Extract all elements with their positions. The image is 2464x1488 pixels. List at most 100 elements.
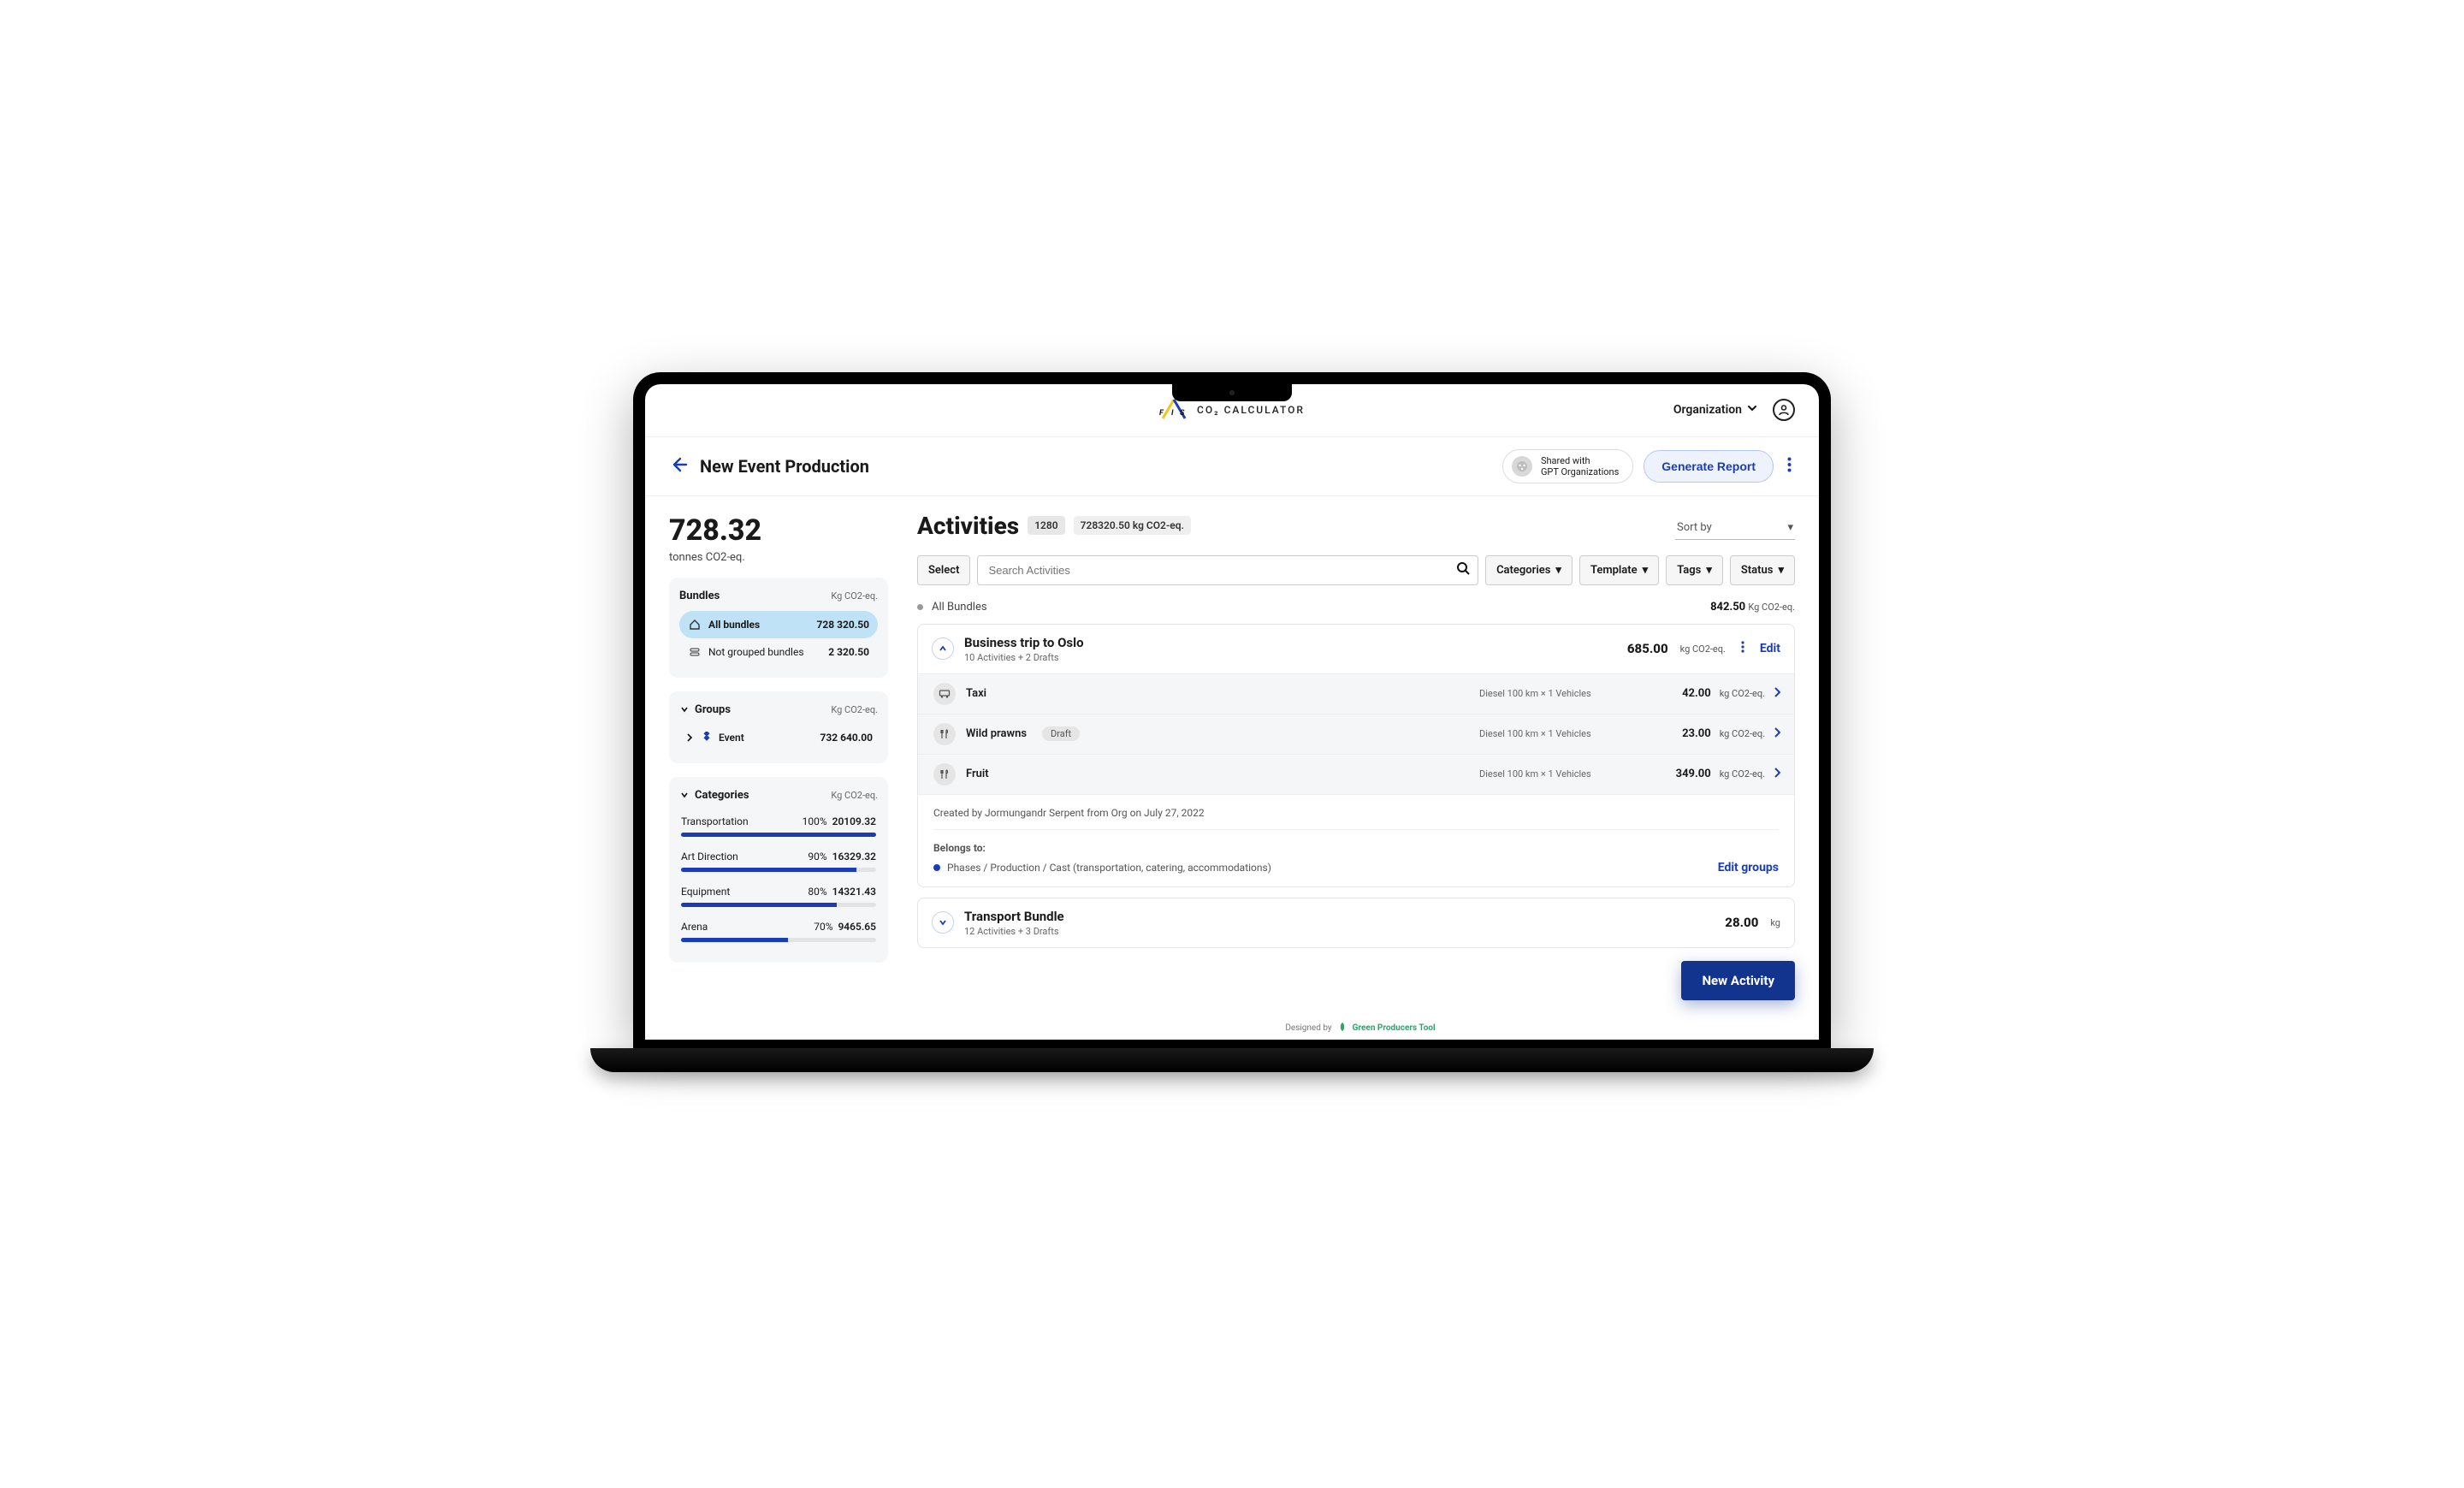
bundle-unit: kg CO2-eq. xyxy=(1680,643,1726,655)
expand-toggle[interactable] xyxy=(932,911,954,934)
shared-with-pill[interactable]: Shared with GPT Organizations xyxy=(1502,449,1633,483)
categories-filter[interactable]: Categories▾ xyxy=(1485,555,1573,585)
sidebar-item-value: 728 320.50 xyxy=(816,619,869,631)
bundles-panel: Bundles Kg CO2-eq. All bundles xyxy=(669,578,888,678)
chevron-right-icon[interactable] xyxy=(1774,768,1780,781)
progress-bar xyxy=(681,868,876,872)
bundles-unit: Kg CO2-eq. xyxy=(831,590,878,602)
category-label: Equipment xyxy=(681,886,730,898)
bundle-subtitle: 12 Activities + 3 Drafts xyxy=(964,926,1064,937)
category-row[interactable]: Art Direction90% 16329.32 xyxy=(679,845,878,880)
category-row[interactable]: Arena70% 9465.65 xyxy=(679,916,878,951)
chevron-down-icon xyxy=(1747,403,1757,417)
share-icon xyxy=(1512,456,1532,477)
categories-unit: Kg CO2-eq. xyxy=(831,790,878,801)
activity-row[interactable]: FruitDiesel 100 km × 1 Vehicles349.00kg … xyxy=(918,754,1794,794)
bullet-icon xyxy=(917,604,923,610)
category-row[interactable]: Transportation100% 20109.32 xyxy=(679,810,878,845)
sort-by-label: Sort by xyxy=(1677,521,1712,534)
back-arrow-icon[interactable] xyxy=(669,455,688,477)
shared-line2: GPT Organizations xyxy=(1541,466,1619,477)
new-activity-button[interactable]: New Activity xyxy=(1681,961,1795,1000)
sidebar-item-not-grouped[interactable]: Not grouped bundles 2 320.50 xyxy=(679,638,878,666)
footer-brand: Green Producers Tool xyxy=(1353,1023,1436,1033)
progress-bar xyxy=(681,833,876,837)
category-value: 16329.32 xyxy=(832,851,876,863)
activities-heading: Activities 1280 728320.50 kg CO2-eq. xyxy=(917,512,1191,540)
group-label: Event xyxy=(719,732,744,744)
svg-text:S: S xyxy=(1180,409,1185,418)
fis-logo-icon: F I S xyxy=(1159,398,1188,422)
chevron-down-icon: ▾ xyxy=(1555,564,1561,577)
activity-value: 349.00 xyxy=(1676,768,1711,780)
page-title: New Event Production xyxy=(700,456,869,477)
generate-report-button[interactable]: Generate Report xyxy=(1644,450,1774,483)
category-value: 20109.32 xyxy=(832,815,876,827)
chevron-down-icon[interactable] xyxy=(679,791,690,799)
edit-groups-button[interactable]: Edit groups xyxy=(1718,861,1779,874)
activity-details: Diesel 100 km × 1 Vehicles xyxy=(1479,768,1633,780)
search-input[interactable] xyxy=(977,555,1478,585)
sidebar-item-label: Not grouped bundles xyxy=(708,646,804,658)
svg-text:I: I xyxy=(1171,409,1174,418)
bundle-more-icon[interactable] xyxy=(1738,637,1748,660)
category-row[interactable]: Equipment80% 14321.43 xyxy=(679,880,878,916)
created-by-text: Created by Jormungandr Serpent from Org … xyxy=(933,807,1779,819)
status-filter[interactable]: Status▾ xyxy=(1730,555,1795,585)
activity-unit: kg CO2-eq. xyxy=(1720,768,1765,780)
activity-count-badge: 1280 xyxy=(1028,516,1064,535)
category-value: 14321.43 xyxy=(832,886,876,898)
brand-text: CO₂ CALCULATOR xyxy=(1197,404,1305,416)
categories-panel: Categories Kg CO2-eq. Transportation100%… xyxy=(669,777,888,963)
activity-details: Diesel 100 km × 1 Vehicles xyxy=(1479,728,1633,739)
caret-down-icon: ▾ xyxy=(1787,521,1793,534)
collapse-toggle[interactable] xyxy=(932,637,954,660)
sort-by-dropdown[interactable]: Sort by ▾ xyxy=(1675,518,1795,540)
select-button[interactable]: Select xyxy=(917,555,970,585)
activity-row[interactable]: TaxiDiesel 100 km × 1 Vehicles42.00kg CO… xyxy=(918,673,1794,714)
bullet-icon xyxy=(933,864,940,871)
groups-panel: Groups Kg CO2-eq. Event xyxy=(669,691,888,763)
sidebar: 728.32 tonnes CO2-eq. Bundles Kg CO2-eq. xyxy=(645,496,902,1040)
more-menu-icon[interactable] xyxy=(1784,454,1795,479)
home-icon xyxy=(688,618,702,631)
user-avatar-icon[interactable] xyxy=(1773,399,1795,421)
belongs-path: Phases / Production / Cast (transportati… xyxy=(947,862,1271,874)
progress-bar xyxy=(681,903,876,907)
brand: F I S CO₂ CALCULATOR xyxy=(1159,398,1305,422)
template-filter[interactable]: Template▾ xyxy=(1579,555,1659,585)
stack-icon xyxy=(688,645,702,659)
activities-title-text: Activities xyxy=(917,512,1019,540)
shared-line1: Shared with xyxy=(1541,455,1619,466)
activity-total-badge: 728320.50 kg CO2-eq. xyxy=(1074,516,1191,535)
designed-by-label: Designed by xyxy=(1285,1023,1331,1033)
subheader: New Event Production Shared with GPT Org… xyxy=(645,437,1819,496)
main-content: Activities 1280 728320.50 kg CO2-eq. Sor… xyxy=(902,496,1819,1040)
bundles-title: Bundles xyxy=(679,590,720,602)
categories-title: Categories xyxy=(695,789,749,802)
bus-icon xyxy=(933,683,956,705)
activity-name: Taxi xyxy=(966,687,986,700)
chevron-right-icon[interactable] xyxy=(1774,687,1780,701)
group-value: 732 640.00 xyxy=(820,732,873,744)
edit-button[interactable]: Edit xyxy=(1760,642,1780,655)
activity-value: 23.00 xyxy=(1682,727,1711,740)
bundle-title: Business trip to Oslo xyxy=(964,635,1084,650)
footer: Designed by Green Producers Tool xyxy=(902,1022,1819,1034)
sidebar-item-event[interactable]: Event 732 640.00 xyxy=(679,725,878,751)
crumb-unit: Kg CO2-eq. xyxy=(1748,602,1795,613)
chevron-down-icon[interactable] xyxy=(679,705,690,714)
sidebar-item-label: All bundles xyxy=(708,619,760,631)
organization-dropdown[interactable]: Organization xyxy=(1673,403,1757,417)
activity-row[interactable]: Wild prawnsDraftDiesel 100 km × 1 Vehicl… xyxy=(918,714,1794,754)
groups-title: Groups xyxy=(695,703,731,716)
kpi-value: 728.32 xyxy=(669,513,888,548)
bundle-title: Transport Bundle xyxy=(964,909,1064,924)
chevron-down-icon: ▾ xyxy=(1778,564,1784,577)
sidebar-item-all-bundles[interactable]: All bundles 728 320.50 xyxy=(679,611,878,638)
chevron-right-icon[interactable] xyxy=(1774,727,1780,741)
crumb-value: 842.50 xyxy=(1710,601,1745,614)
bundle-card-transport: Transport Bundle 12 Activities + 3 Draft… xyxy=(917,898,1795,948)
search-icon xyxy=(1456,561,1470,578)
tags-filter[interactable]: Tags▾ xyxy=(1666,555,1723,585)
